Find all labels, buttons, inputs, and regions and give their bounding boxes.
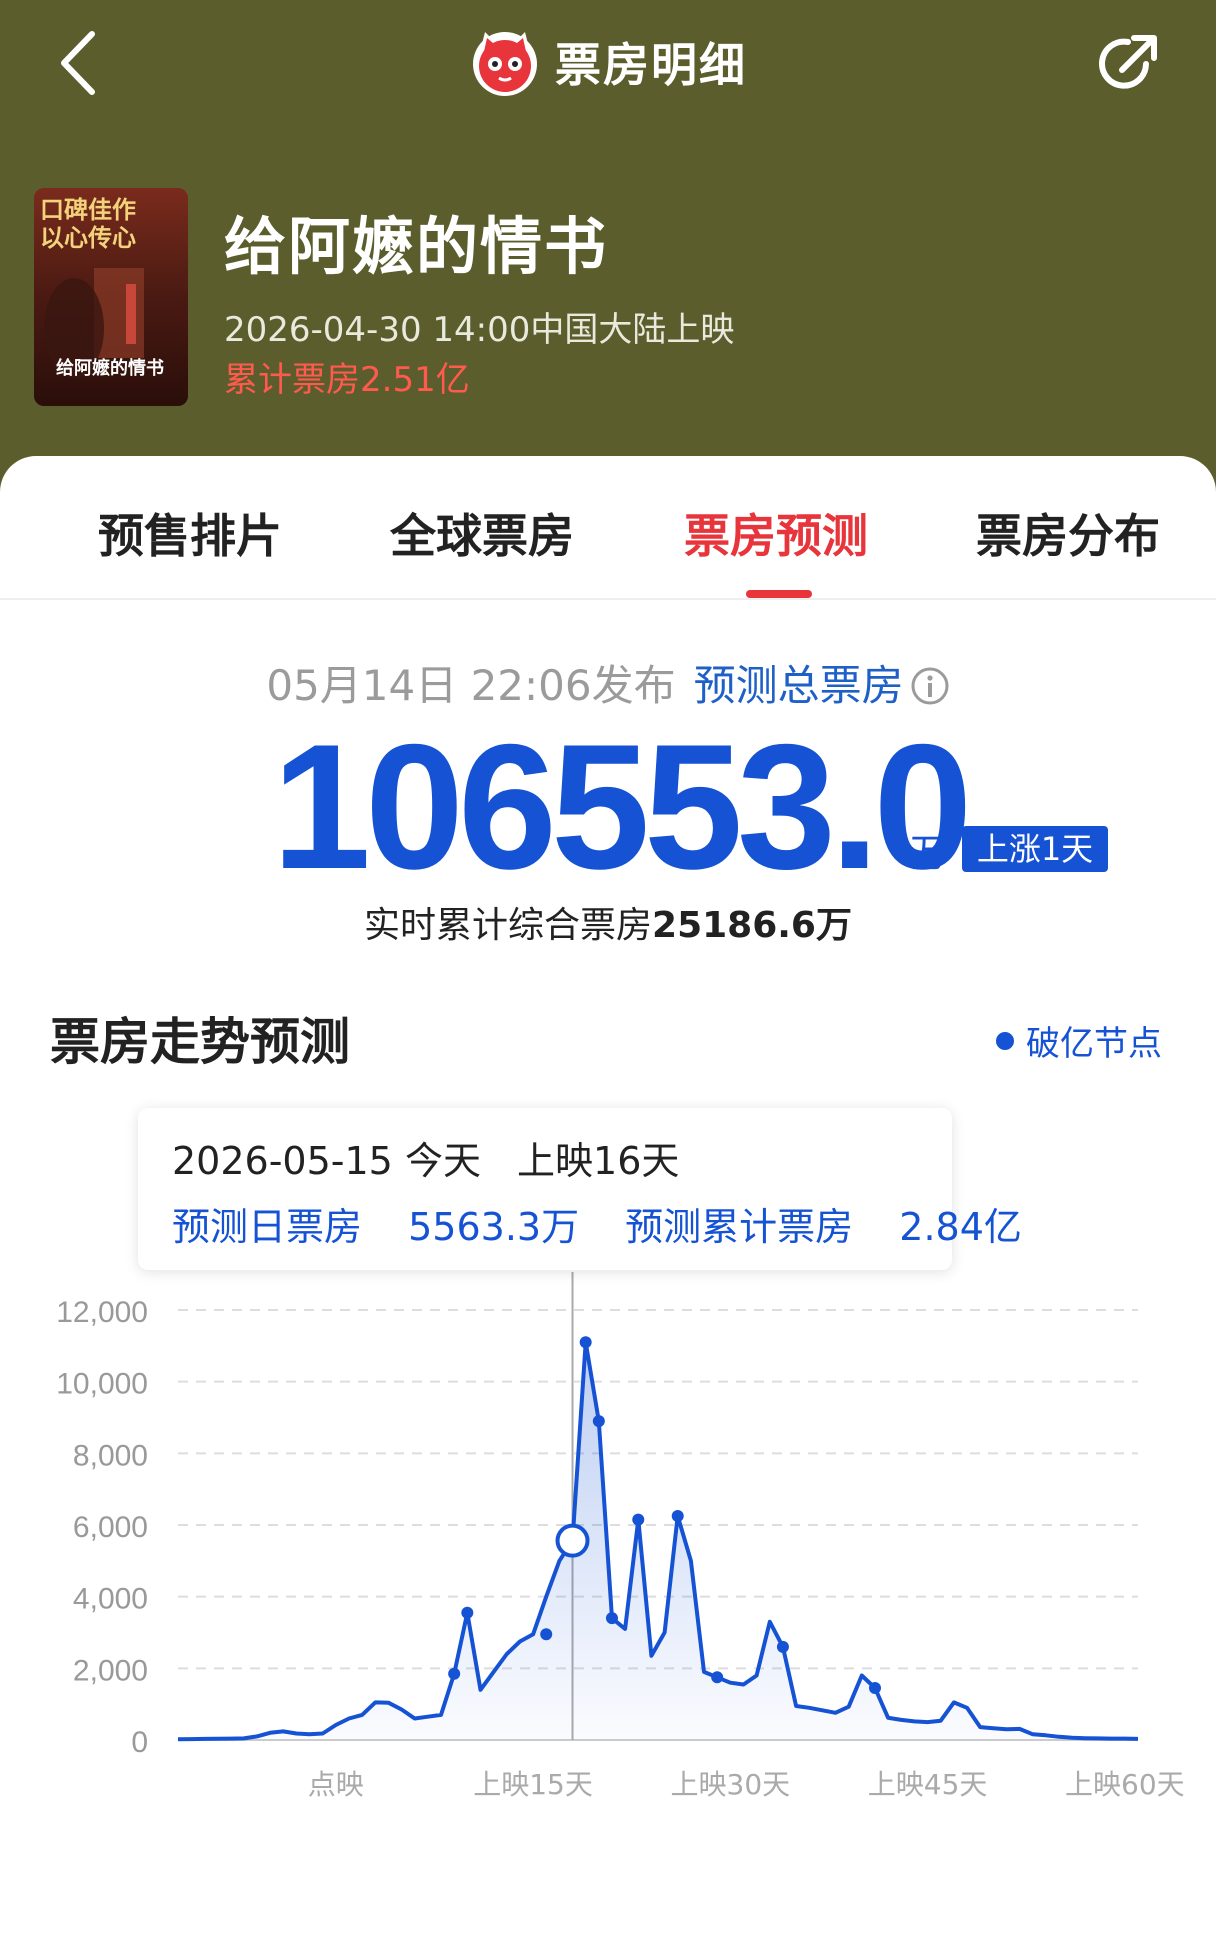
tooltip-daily-label: 预测日票房 (172, 1205, 363, 1249)
breakthrough-marker (776, 1640, 789, 1653)
y-tick-label: 0 (131, 1726, 148, 1759)
chart-tooltip: 2026-05-15 今天 上映16天 预测日票房 5563.3万 预测累计票房… (138, 1108, 1022, 1270)
tooltip-daily-value: 5563.3万 (408, 1205, 580, 1249)
x-tick-label: 上映60天 (1065, 1768, 1185, 1801)
x-tick-label: 上映30天 (671, 1768, 791, 1801)
breakthrough-marker (540, 1628, 553, 1641)
tooltip-cumulative-label: 预测累计票房 (625, 1205, 854, 1249)
breakthrough-marker (671, 1510, 684, 1523)
tooltip-date-row: 2026-05-15 今天 上映16天 (172, 1130, 679, 1185)
tooltip-values-row: 预测日票房 5563.3万 预测累计票房 2.84亿 (172, 1196, 1022, 1251)
box-office-trend-chart[interactable]: 12,000 10,000 8,000 6,000 4,000 2,000 0 点映 上映15天… (0, 0, 1216, 1938)
breakthrough-marker (579, 1336, 592, 1349)
tooltip-days: 上映16天 (517, 1139, 680, 1183)
breakthrough-marker (592, 1415, 605, 1428)
highlight-point (555, 1523, 590, 1558)
tooltip-daily: 预测日票房 5563.3万 (172, 1205, 579, 1249)
breakthrough-marker (711, 1671, 724, 1684)
y-tick-label: 12,000 (56, 1296, 148, 1329)
y-tick-label: 8,000 (73, 1439, 148, 1472)
tooltip-cumulative-value: 2.84亿 (899, 1205, 1022, 1249)
tooltip-date: 2026-05-15 (172, 1139, 393, 1183)
x-tick-label: 点映 (308, 1768, 364, 1801)
series-area (178, 1342, 1138, 1740)
y-tick-label: 4,000 (73, 1583, 148, 1616)
y-tick-label: 2,000 (73, 1654, 148, 1687)
tooltip-today: 今天 (404, 1139, 481, 1183)
x-tick-label: 上映15天 (473, 1768, 593, 1801)
breakthrough-marker (605, 1612, 618, 1625)
breakthrough-marker (632, 1513, 645, 1526)
breakthrough-marker (868, 1682, 881, 1695)
y-tick-label: 6,000 (73, 1511, 148, 1544)
breakthrough-marker (448, 1667, 461, 1680)
y-tick-label: 10,000 (56, 1368, 148, 1401)
tooltip-cumulative: 预测累计票房 2.84亿 (625, 1205, 1022, 1249)
x-tick-label: 上映45天 (868, 1768, 988, 1801)
breakthrough-marker (461, 1606, 474, 1619)
